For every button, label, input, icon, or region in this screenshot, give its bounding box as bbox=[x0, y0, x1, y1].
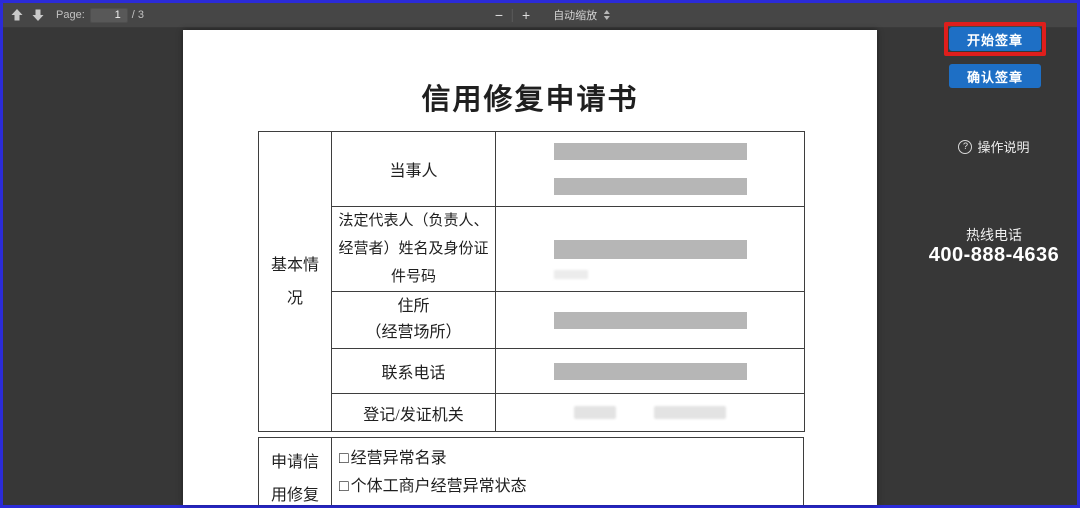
pdf-signing-window: Page: / 3 − + 自动缩放 信用修复申请书 基本情况 当事人 bbox=[3, 3, 1077, 505]
hotline-label: 热线电话 bbox=[894, 225, 1080, 245]
checklist-item: □经营异常名录 bbox=[332, 438, 803, 473]
highlight-red-box: 开始签章 bbox=[944, 22, 1046, 56]
page-up-icon[interactable] bbox=[10, 8, 24, 22]
help-label: 操作说明 bbox=[977, 137, 1029, 156]
redacted-value bbox=[554, 312, 747, 329]
question-mark-icon: ? bbox=[958, 140, 972, 154]
table-row: 联系电话 bbox=[259, 349, 805, 394]
checkbox-icon: □ bbox=[339, 478, 349, 495]
redacted-value bbox=[554, 240, 747, 259]
zoom-out-button[interactable]: − bbox=[486, 8, 512, 22]
checkbox-icon: □ bbox=[339, 450, 349, 467]
zoom-mode-dropdown[interactable]: 自动缩放 bbox=[553, 7, 610, 23]
page-total: / 3 bbox=[132, 9, 144, 21]
redacted-value bbox=[554, 178, 747, 195]
table-row: 基本情况 当事人 bbox=[259, 132, 805, 207]
confirm-sign-button[interactable]: 确认签章 bbox=[949, 64, 1041, 88]
page-number-input[interactable] bbox=[90, 8, 128, 23]
row-label: 登记/发证机关 bbox=[363, 407, 463, 424]
help-link[interactable]: ? 操作说明 bbox=[894, 137, 1080, 156]
row-label: 法定代表人（负责人、经营者）姓名及身份证件号码 bbox=[337, 207, 491, 291]
dropdown-caret-icon bbox=[604, 10, 610, 20]
page-label: Page: bbox=[56, 9, 85, 21]
table-row: 住所 （经营场所） bbox=[259, 292, 805, 349]
row-label: 联系电话 bbox=[381, 365, 445, 382]
table-row: 法定代表人（负责人、经营者）姓名及身份证件号码 bbox=[259, 207, 805, 292]
page-navigation: Page: / 3 bbox=[3, 3, 144, 27]
zoom-mode-label: 自动缩放 bbox=[553, 7, 597, 23]
zoom-in-button[interactable]: + bbox=[513, 8, 539, 22]
row-label-line2: （经营场所） bbox=[332, 320, 495, 346]
viewer-toolbar: Page: / 3 − + 自动缩放 bbox=[3, 3, 1077, 28]
document-title: 信用修复申请书 bbox=[183, 76, 877, 118]
faint-redacted-value bbox=[574, 406, 616, 419]
table-row: 登记/发证机关 bbox=[259, 394, 805, 432]
row-label: 当事人 bbox=[389, 163, 437, 180]
checklist-label: 经营异常名录 bbox=[351, 450, 447, 467]
pdf-page: 信用修复申请书 基本情况 当事人 法定代表人（负责人、经营者）姓名及身份证件号码 bbox=[183, 30, 877, 505]
redacted-value bbox=[554, 363, 747, 380]
row-label: 住所 bbox=[332, 294, 495, 320]
page-down-icon[interactable] bbox=[31, 8, 45, 22]
basic-info-table: 基本情况 当事人 法定代表人（负责人、经营者）姓名及身份证件号码 bbox=[258, 131, 805, 432]
checklist-label: 个体工商户经营异常状态 bbox=[351, 478, 527, 495]
redacted-value bbox=[554, 143, 747, 160]
start-sign-button[interactable]: 开始签章 bbox=[949, 27, 1041, 51]
zoom-controls: − + 自动缩放 bbox=[486, 3, 610, 27]
hotline-number: 400-888-4636 bbox=[894, 244, 1080, 267]
table-row: 申请信用修复 □经营异常名录 □个体工商户经营异常状态 bbox=[259, 438, 804, 506]
checklist-item: □个体工商户经营异常状态 bbox=[332, 473, 803, 501]
section2-label: 申请信用修复 bbox=[269, 446, 321, 505]
repair-request-table: 申请信用修复 □经营异常名录 □个体工商户经营异常状态 bbox=[258, 437, 804, 505]
faint-redacted-value bbox=[654, 406, 726, 419]
section-label: 基本情况 bbox=[269, 249, 321, 315]
